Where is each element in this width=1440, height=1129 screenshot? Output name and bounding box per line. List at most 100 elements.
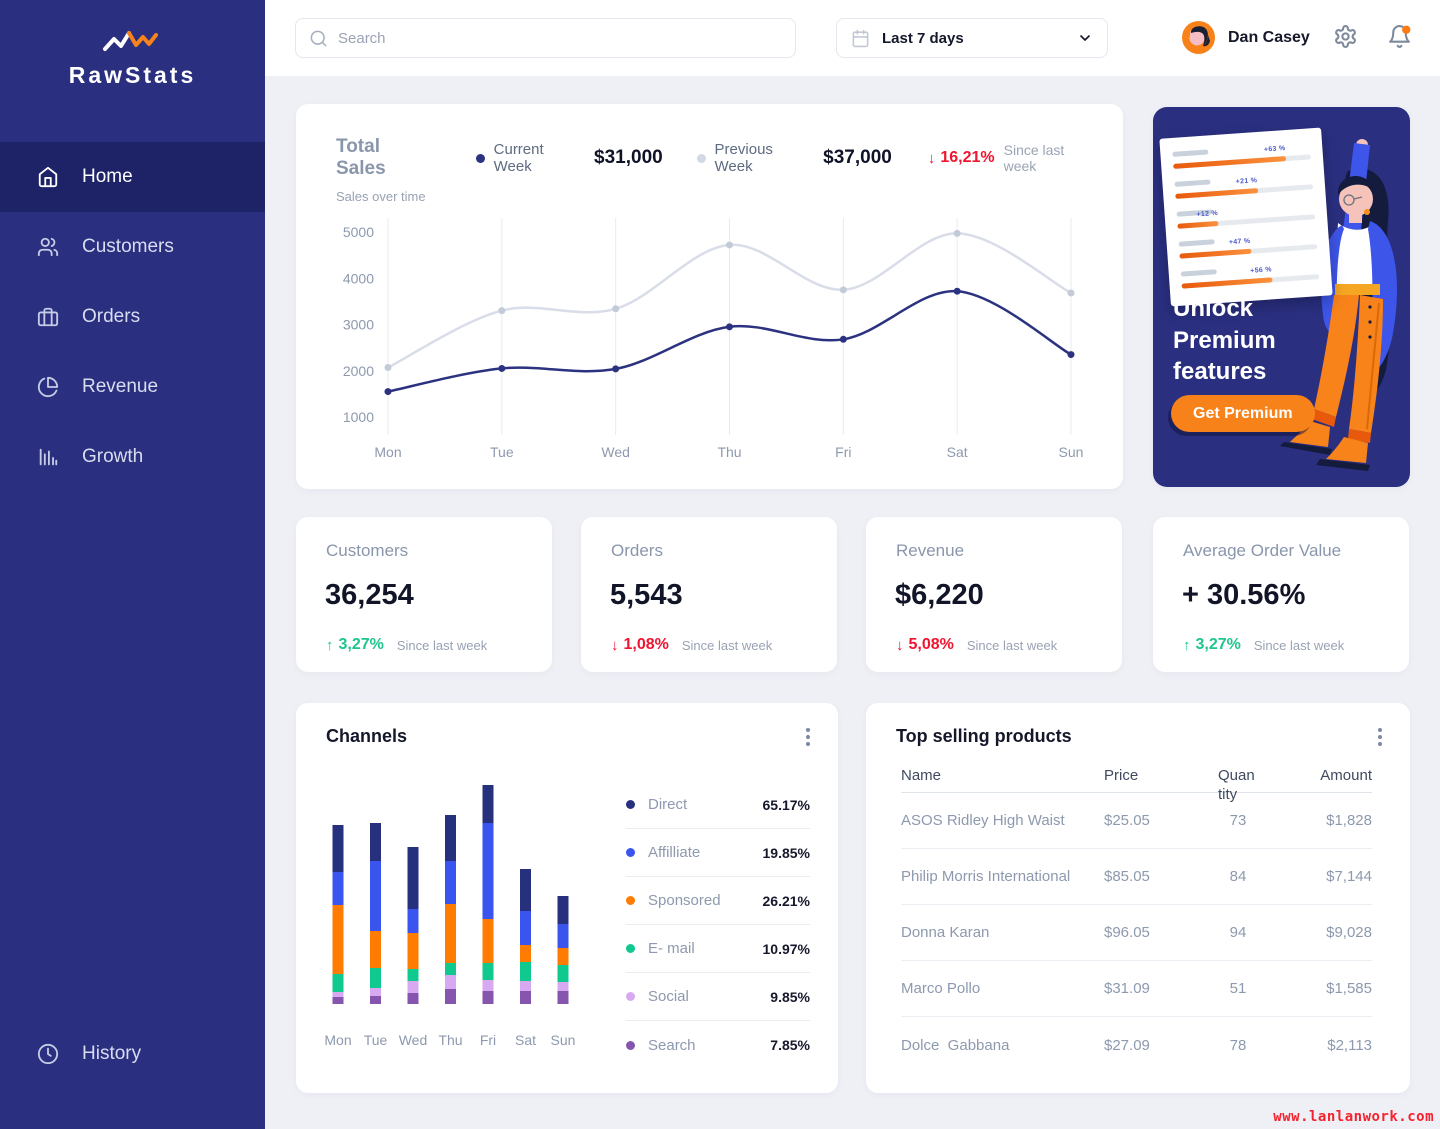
down-arrow-icon: ↓ [896,637,904,654]
sponsored-dot [626,896,635,905]
date-range-value: Last 7 days [882,30,964,47]
kebab-icon [806,728,810,732]
svg-text:Fri: Fri [480,1032,496,1048]
stat-title: Customers [326,541,408,561]
svg-text:Sun: Sun [1059,444,1084,460]
svg-text:Thu: Thu [717,444,741,460]
chevron-down-icon [1077,30,1093,46]
products-menu-button[interactable] [1368,723,1392,751]
date-range-select[interactable]: Last 7 days [836,18,1108,58]
table-row[interactable]: Marco Pollo $31.09 51 $1,585 [901,961,1372,1017]
affilliate-dot [626,848,635,857]
notification-dot [1402,26,1410,34]
total-sales-title: Total Sales [336,136,434,180]
table-row[interactable]: Dolce Gabbana $27.09 78 $2,113 [901,1017,1372,1073]
board-row: +47 % [1179,232,1318,259]
board-row-label-bar [1174,179,1210,186]
board-row-track: +21 % [1175,184,1313,199]
sidebar-item-orders[interactable]: Orders [0,282,265,352]
logo-text: RawStats [0,62,265,89]
svg-text:Tue: Tue [364,1032,388,1048]
board-row: +63 % [1172,142,1311,169]
column-header-quantity: Quantity [1218,767,1258,805]
get-premium-button[interactable]: Get Premium [1171,395,1315,432]
premium-card: +63 % +21 % +12 % [1153,107,1410,487]
down-arrow-icon: ↓ [611,637,619,654]
sidebar-item-label: Revenue [82,376,158,398]
bell-icon [1387,24,1412,49]
social-dot [626,992,635,1001]
table-row[interactable]: Philip Morris International $85.05 84 $7… [901,849,1372,905]
stat-value: 36,254 [325,579,414,612]
search-icon [309,29,328,48]
svg-text:Sat: Sat [947,444,968,460]
clock-icon [36,1042,60,1066]
sidebar-item-history[interactable]: History [0,1019,265,1089]
previous-week-dot [697,154,706,163]
board-row-track: +12 % [1177,214,1315,229]
board-row-fill [1179,249,1251,259]
column-header-amount: Amount [1276,767,1372,784]
svg-text:Tue: Tue [490,444,514,460]
board-row: +56 % [1181,262,1320,289]
table-row[interactable]: Donna Karan $96.05 94 $9,028 [901,905,1372,961]
sidebar-item-customers[interactable]: Customers [0,212,265,282]
user-menu[interactable]: Dan Casey [1182,21,1310,54]
bar-chart-icon [36,445,60,469]
board-row-percent: +56 % [1250,266,1272,274]
svg-text:1000: 1000 [343,409,374,425]
svg-text:Wed: Wed [399,1032,428,1048]
stat-value: $6,220 [895,579,984,612]
svg-text:Wed: Wed [601,444,630,460]
sidebar-item-label: Orders [82,306,140,328]
sidebar-item-label: Growth [82,446,143,468]
kebab-icon [1378,728,1382,732]
board-row-percent: +12 % [1196,210,1218,218]
settings-button[interactable] [1331,24,1359,52]
topbar: Last 7 days Dan Casey [265,0,1440,76]
svg-text:3000: 3000 [343,317,374,333]
stat-delta: ↓ 1,08% Since last week [611,636,772,654]
notifications-button[interactable] [1385,24,1413,52]
up-arrow-icon: ↑ [1183,637,1191,654]
channels-card: Channels MonTueWedThuFriSatSun Direct 65… [296,703,838,1093]
search-input[interactable] [338,30,795,47]
stat-delta: ↑ 3,27% Since last week [1183,636,1344,654]
board-row-fill [1181,277,1272,288]
revenue-stat-card: Revenue $6,220 ↓ 5,08% Since last week [866,517,1122,672]
dashboard-page: RawStats Home Customers Orders [0,0,1440,1129]
stat-delta: ↓ 5,08% Since last week [896,636,1057,654]
sidebar-item-home[interactable]: Home [0,142,265,212]
svg-text:Sun: Sun [551,1032,576,1048]
avatar [1182,21,1215,54]
orders-stat-card: Orders 5,543 ↓ 1,08% Since last week [581,517,837,672]
chart-subtitle: Sales over time [336,189,426,204]
logo[interactable]: RawStats [0,28,265,89]
legend-item-email: E- mail 10.97% [626,925,810,973]
channels-stacked-bar-chart: MonTueWedThuFriSatSun [320,775,612,1075]
customers-stat-card: Customers 36,254 ↑ 3,27% Since last week [296,517,552,672]
top-selling-products-card: Top selling products Name Price Quantity… [866,703,1410,1093]
table-row[interactable]: ASOS Ridley High Waist $25.05 73 $1,828 [901,793,1372,849]
direct-dot [626,800,635,809]
up-arrow-icon: ↑ [326,637,334,654]
pie-chart-icon [36,375,60,399]
board-row-percent: +47 % [1229,238,1251,246]
main-content: Total Sales Current Week $31,000 Previou… [265,76,1440,1129]
svg-text:Thu: Thu [438,1032,462,1048]
search-box [295,18,796,58]
sidebar-item-label: Customers [82,236,174,258]
calendar-icon [851,29,870,48]
logo-zigzag-icon [101,28,165,56]
products-title: Top selling products [896,726,1072,747]
svg-text:Mon: Mon [374,444,401,460]
sidebar-item-growth[interactable]: Growth [0,422,265,492]
channels-menu-button[interactable] [796,723,820,751]
average-order-value-stat-card: Average Order Value + 30.56% ↑ 3,27% Sin… [1153,517,1409,672]
sales-line-chart: 50004000300020001000MonTueWedThuFriSatSu… [324,204,1119,466]
stat-title: Revenue [896,541,964,561]
sidebar-nav: Home Customers Orders Revenue [0,142,265,492]
sidebar-item-revenue[interactable]: Revenue [0,352,265,422]
legend-current-week: Current Week $31,000 [476,141,663,175]
sidebar-item-label: Home [82,166,133,188]
